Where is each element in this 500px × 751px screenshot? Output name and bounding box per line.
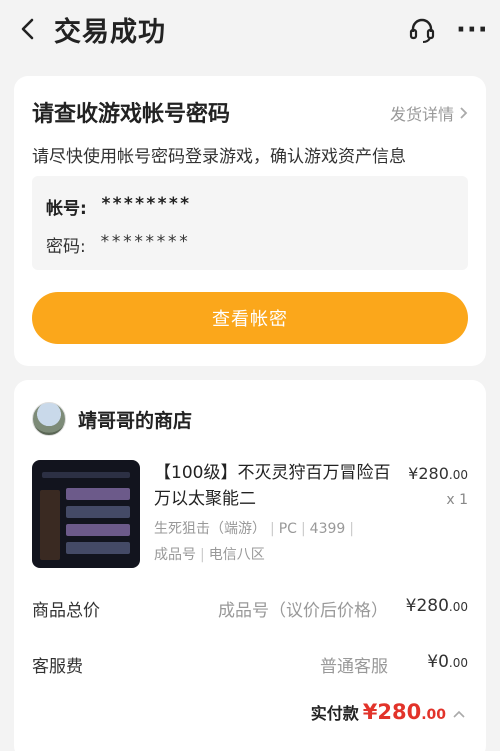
service-fee-amount: ¥0.00	[427, 652, 468, 672]
subtotal-note: 成品号（议价后价格）	[218, 601, 388, 621]
total-amount: ¥280.00	[362, 700, 446, 724]
product-title[interactable]: 【100级】不灭灵狩百万冒险百万以太聚能二	[154, 460, 404, 512]
product-tag: 电信八区	[208, 547, 265, 563]
account-label: 帐号:	[46, 199, 87, 219]
order-card: 靖哥哥的商店 【100级】不灭灵狩百万冒险百万以太聚能二 ¥280.00 x 1…	[14, 380, 486, 751]
password-row: 密码: ********	[46, 232, 190, 257]
view-credentials-button[interactable]: 查看帐密	[32, 292, 468, 344]
product-thumbnail[interactable]	[32, 460, 140, 568]
product-tag: 生死狙击（端游）	[154, 521, 266, 537]
delivery-details-link[interactable]: 发货详情	[390, 101, 468, 125]
page-title: 交易成功	[54, 17, 166, 48]
account-card-description: 请尽快使用帐号密码登录游戏，确认游戏资产信息	[32, 147, 406, 167]
total-paid[interactable]: 实付款 ¥280.00	[311, 700, 466, 724]
service-fee-label: 客服费	[32, 657, 83, 677]
shop-name: 靖哥哥的商店	[78, 409, 193, 432]
total-label: 实付款	[310, 704, 359, 723]
credentials-box: 帐号: ******** 密码: ********	[32, 176, 468, 270]
chevron-right-icon	[460, 107, 468, 119]
product-tag: 4399	[309, 521, 346, 537]
chevron-left-icon[interactable]	[14, 14, 42, 44]
password-value: ********	[99, 232, 190, 252]
delivery-details-label: 发货详情	[389, 105, 454, 124]
product-tag: 成品号	[154, 547, 196, 563]
account-row: 帐号: ********	[46, 194, 191, 219]
account-value: ********	[100, 194, 191, 214]
account-card-title: 请查收游戏帐号密码	[32, 102, 231, 127]
product-tags: 生死狙击（端游） | PC | 4399 | 成品号 | 电信八区	[154, 521, 355, 563]
avatar	[32, 402, 66, 436]
password-label: 密码:	[46, 237, 86, 257]
product-price: ¥280.00	[408, 464, 468, 483]
product-tag: PC	[278, 521, 297, 537]
more-dots-icon[interactable]: ···	[456, 15, 489, 45]
service-fee-note: 普通客服	[320, 657, 388, 677]
top-bar: 交易成功 ···	[0, 0, 500, 62]
subtotal-label: 商品总价	[32, 601, 100, 621]
subtotal-amount: ¥280.00	[405, 596, 468, 616]
product-quantity: x 1	[446, 492, 468, 508]
account-card: 请查收游戏帐号密码 发货详情 请尽快使用帐号密码登录游戏，确认游戏资产信息 帐号…	[14, 76, 486, 366]
headset-icon[interactable]	[408, 16, 436, 44]
chevron-up-icon[interactable]	[452, 709, 466, 719]
shop-header[interactable]: 靖哥哥的商店	[32, 402, 192, 436]
